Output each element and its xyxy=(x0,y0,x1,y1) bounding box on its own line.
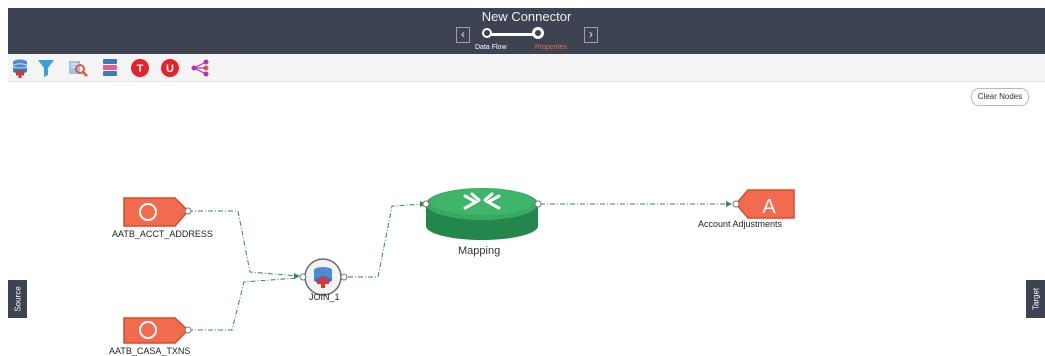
target-node-account-adjustments[interactable]: A xyxy=(732,189,795,219)
target-tab-label: Target xyxy=(1031,287,1040,311)
link-source1-join[interactable] xyxy=(188,210,299,277)
arrow-into-target xyxy=(726,201,732,207)
flow-diagram: A xyxy=(123,188,795,344)
arrow-into-join xyxy=(294,273,300,279)
source2-label: AATB_CASA_TXNS xyxy=(109,346,191,356)
join-label: JOIN_1 xyxy=(309,292,340,302)
target-panel-tab[interactable]: Target xyxy=(1026,280,1045,318)
source-tab-label: Source xyxy=(13,286,22,312)
source-node-acct-address[interactable] xyxy=(123,197,192,227)
mapping-label: Mapping xyxy=(458,245,501,257)
mapping-node[interactable] xyxy=(422,188,542,240)
join-node[interactable] xyxy=(299,258,348,296)
target-node-letter: A xyxy=(762,196,776,218)
source-node-casa-txns[interactable] xyxy=(123,317,192,344)
target-label: Account Adjustments xyxy=(698,219,783,229)
source-panel-tab[interactable]: Source xyxy=(8,280,27,318)
source1-label: AATB_ACCT_ADDRESS xyxy=(112,229,213,239)
link-source2-join[interactable] xyxy=(188,277,299,331)
link-join-mapping[interactable] xyxy=(348,203,425,278)
